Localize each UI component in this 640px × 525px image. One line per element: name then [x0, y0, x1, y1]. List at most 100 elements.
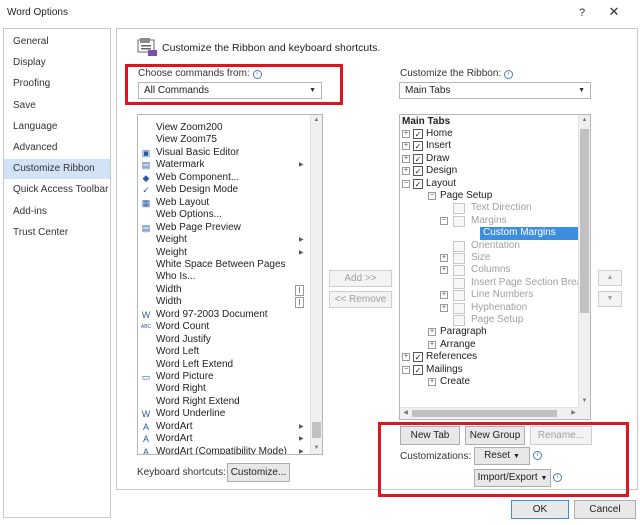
command-item[interactable]: Word 97-2003 Document [156, 309, 268, 321]
tree-scrollbar[interactable]: ▲ ▼ [578, 115, 590, 419]
tree-item[interactable]: Layout [426, 178, 456, 190]
command-item[interactable]: Word Underline [156, 408, 225, 420]
sidebar-item[interactable]: Trust Center [4, 223, 110, 243]
expand-icon[interactable]: + [402, 130, 410, 138]
sidebar-item[interactable]: Customize Ribbon [4, 159, 110, 180]
command-item[interactable]: Word Picture [156, 371, 214, 383]
command-item[interactable]: Width [156, 284, 182, 296]
help-button[interactable]: ? [574, 5, 590, 21]
tree-item[interactable]: References [426, 351, 477, 363]
command-item[interactable]: View Zoom75 [156, 134, 217, 146]
tree-item[interactable]: Arrange [440, 339, 476, 351]
command-item[interactable]: Web Options... [156, 209, 222, 221]
tree-item[interactable]: Design [426, 165, 457, 177]
expand-icon[interactable]: + [402, 353, 410, 362]
tree-hscrollbar[interactable]: ◀ ▶ [400, 407, 579, 419]
expand-icon[interactable]: + [402, 142, 410, 151]
ribbon-tree[interactable]: Main Tabs + ✓ Home + ✓ Insert + ✓ Draw + ✓ Design − ✓… [399, 114, 591, 420]
command-item[interactable]: WordArt [156, 421, 193, 433]
add-button[interactable]: Add >> [329, 270, 392, 287]
tree-item[interactable]: Page Setup [471, 314, 523, 326]
command-item[interactable]: Web Component... [156, 172, 239, 184]
command-item[interactable]: Visual Basic Editor [156, 147, 239, 159]
sidebar-item[interactable]: General [4, 32, 110, 52]
commands-scrollbar[interactable]: ▲ ▼ [310, 115, 322, 454]
scroll-up-icon[interactable]: ▲ [311, 115, 322, 126]
command-item[interactable]: Width [156, 296, 182, 308]
collapse-icon[interactable]: − [402, 365, 410, 374]
command-item[interactable]: Word Left [156, 346, 199, 358]
expand-icon[interactable]: + [440, 254, 448, 262]
collapse-icon[interactable]: − [440, 216, 448, 225]
command-item[interactable]: Web Page Preview [156, 222, 241, 234]
expand-icon[interactable]: + [428, 328, 436, 337]
commands-list[interactable]: View Zoom200 View Zoom75 ▣ Visual Basic Edi… [137, 114, 323, 455]
expand-icon[interactable]: + [440, 303, 448, 312]
command-item[interactable]: Word Count [156, 321, 209, 333]
command-item[interactable]: WordArt [156, 433, 193, 445]
scroll-left-icon[interactable]: ◀ [400, 408, 411, 419]
sidebar-item[interactable]: Add-ins [4, 202, 110, 222]
sidebar-item[interactable]: Display [4, 53, 110, 73]
move-up-button[interactable]: ▲ [598, 270, 622, 286]
close-button[interactable]: ✕ [606, 4, 622, 20]
command-item[interactable]: Web Design Mode [156, 184, 238, 196]
tree-item[interactable]: Size [471, 252, 490, 264]
remove-button[interactable]: << Remove [329, 291, 392, 308]
customize-ribbon-dropdown[interactable]: Main Tabs ▼ [399, 82, 591, 99]
command-item[interactable]: Word Justify [156, 334, 211, 346]
tree-item[interactable]: Draw [426, 153, 449, 165]
collapse-icon[interactable]: − [402, 179, 410, 188]
command-item[interactable]: Word Right Extend [156, 396, 240, 408]
scroll-down-icon[interactable]: ▼ [579, 396, 590, 407]
tab-checkbox[interactable]: ✓ [413, 153, 423, 164]
move-down-button[interactable]: ▼ [598, 291, 622, 307]
command-item[interactable]: Who Is... [156, 271, 195, 283]
tree-item[interactable]: Insert [426, 140, 451, 152]
command-item[interactable]: White Space Between Pages [156, 259, 286, 271]
tab-checkbox[interactable]: ✓ [413, 129, 423, 139]
scroll-down-icon[interactable]: ▼ [311, 443, 322, 454]
collapse-icon[interactable]: − [428, 192, 436, 200]
expand-icon[interactable]: + [428, 340, 436, 349]
customize-keyboard-button[interactable]: Customize... [227, 463, 290, 482]
sidebar-item[interactable]: Advanced [4, 138, 110, 158]
scroll-up-icon[interactable]: ▲ [579, 115, 590, 126]
tree-item[interactable]: Create [440, 376, 470, 388]
command-item[interactable]: WordArt (Compatibility Mode) [156, 446, 287, 454]
command-item[interactable]: Weight [156, 247, 187, 259]
tree-item[interactable]: Home [426, 128, 453, 140]
tab-checkbox[interactable]: ✓ [413, 166, 423, 177]
command-item[interactable]: Web Layout [156, 197, 209, 209]
ok-button[interactable]: OK [511, 500, 569, 519]
command-item[interactable]: Watermark [156, 159, 205, 171]
sidebar-item[interactable]: Save [4, 96, 110, 116]
tree-item[interactable]: Page Setup [440, 190, 492, 202]
expand-icon[interactable]: + [428, 378, 436, 386]
scroll-right-icon[interactable]: ▶ [568, 408, 579, 419]
tree-item[interactable]: Insert Page Section Breaks [471, 277, 590, 289]
expand-icon[interactable]: + [440, 266, 448, 275]
cancel-button[interactable]: Cancel [574, 500, 636, 519]
expand-icon[interactable]: + [402, 167, 410, 176]
sidebar-item[interactable]: Quick Access Toolbar [4, 180, 110, 200]
tree-item[interactable]: Text Direction [471, 202, 532, 214]
tree-item[interactable]: Hyphenation [471, 302, 527, 314]
tree-item[interactable]: Mailings [426, 364, 463, 376]
tree-item[interactable]: Margins [471, 215, 507, 227]
expand-icon[interactable]: + [402, 154, 410, 163]
command-item[interactable]: Weight [156, 234, 187, 246]
tree-item[interactable]: Columns [471, 264, 510, 276]
command-item[interactable]: View Zoom200 [156, 122, 223, 134]
tab-checkbox[interactable]: ✓ [413, 178, 423, 189]
scroll-thumb[interactable] [580, 129, 589, 313]
command-item[interactable]: Word Right [156, 383, 206, 395]
tab-checkbox[interactable]: ✓ [413, 364, 423, 375]
expand-icon[interactable]: + [440, 291, 448, 300]
hscroll-thumb[interactable] [412, 410, 557, 417]
command-item[interactable]: Word Left Extend [156, 359, 233, 371]
tab-checkbox[interactable]: ✓ [413, 352, 423, 363]
tab-checkbox[interactable]: ✓ [413, 141, 423, 152]
tree-item[interactable]: Custom Margins [480, 227, 579, 240]
tree-item[interactable]: Orientation [471, 240, 520, 252]
